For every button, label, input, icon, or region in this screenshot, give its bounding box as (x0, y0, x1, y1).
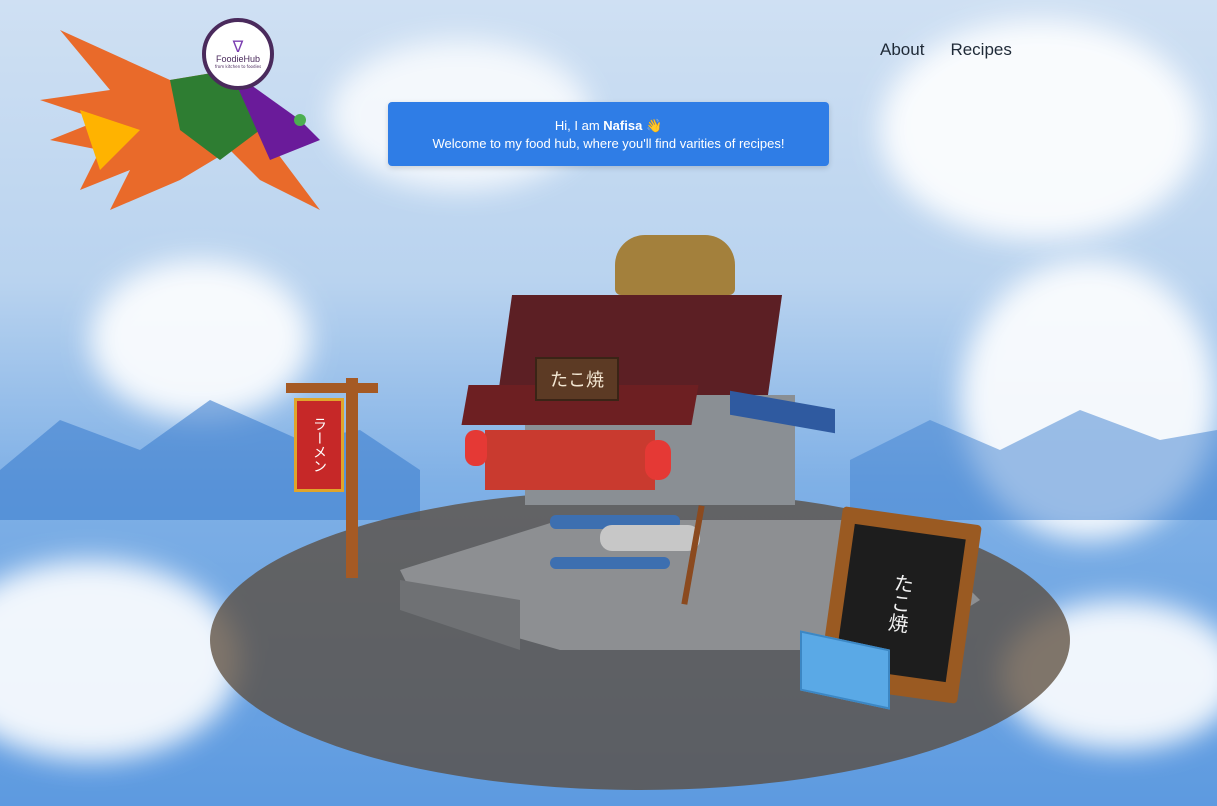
logo-tagline: from kitchen to foodies (214, 63, 262, 69)
top-nav: About Recipes (880, 40, 1012, 60)
foodiehub-logo[interactable]: ∇ FoodieHub from kitchen to foodies (202, 18, 274, 90)
lantern (645, 440, 671, 480)
greeting-name: Nafisa (603, 118, 643, 133)
nav-link-recipes[interactable]: Recipes (950, 40, 1011, 60)
biplane-model (540, 495, 710, 605)
phoenix-illustration (40, 30, 320, 210)
welcome-subtitle: Welcome to my food hub, where you'll fin… (432, 136, 785, 151)
nav-link-about[interactable]: About (880, 40, 924, 60)
shop-sign: たこ焼 (535, 357, 619, 401)
greeting-prefix: Hi, I am (554, 118, 600, 133)
logo-name: FoodieHub (215, 53, 261, 64)
welcome-banner: Hi, I am Nafisa 👋 Welcome to my food hub… (388, 102, 829, 166)
ramen-flag: ラーメン (294, 398, 344, 492)
logo-mark-icon: ∇ (232, 36, 244, 56)
lantern (465, 430, 487, 466)
wave-icon: 👋 (645, 118, 663, 133)
greeting-line: Hi, I am Nafisa 👋 (388, 117, 829, 135)
